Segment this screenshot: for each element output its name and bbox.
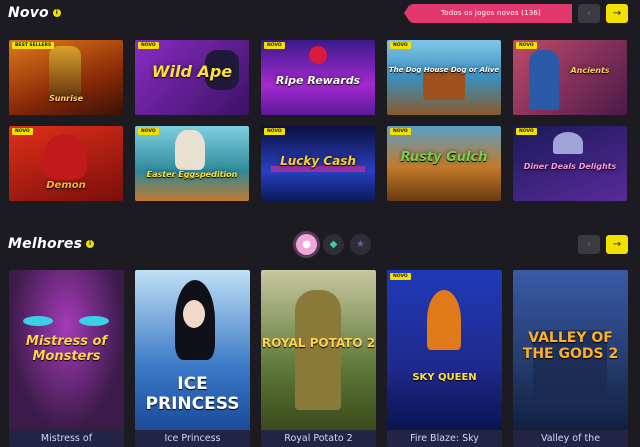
chevron-left-icon: ‹ bbox=[587, 8, 591, 19]
tile-title: Diner Deals Delights bbox=[523, 162, 617, 171]
chevron-left-icon: ‹ bbox=[587, 239, 591, 250]
tile-badge: Novo bbox=[390, 42, 411, 49]
card-art-title: ROYAL POTATO 2 bbox=[261, 336, 376, 350]
tile-title: Easter Eggspedition bbox=[146, 170, 238, 179]
filter-tab-diamond[interactable]: ◆ bbox=[323, 234, 344, 255]
game-tile[interactable]: Novo Wild Ape bbox=[135, 40, 249, 115]
card-caption: Mistress of bbox=[9, 431, 124, 447]
tile-title: The Dog House Dog or Alive bbox=[388, 66, 500, 74]
star-icon: ★ bbox=[356, 239, 365, 250]
tile-title: Sunrise bbox=[48, 94, 84, 103]
section-title-text: Novo bbox=[8, 5, 49, 21]
card-art-title: Mistress of Monsters bbox=[25, 334, 108, 364]
tile-badge: Novo bbox=[516, 42, 537, 49]
section-title-best: Melhores i bbox=[8, 236, 95, 252]
game-card[interactable]: ROYAL POTATO 2 Royal Potato 2 bbox=[261, 270, 376, 447]
game-card[interactable]: ICE PRINCESS Ice Princess bbox=[135, 270, 250, 447]
tile-badge: Novo bbox=[516, 128, 537, 135]
tile-title: Ripe Rewards bbox=[275, 74, 361, 87]
tile-badge: Novo bbox=[138, 42, 159, 49]
card-caption: Royal Potato 2 bbox=[261, 431, 376, 447]
game-tile[interactable]: Novo The Dog House Dog or Alive bbox=[387, 40, 501, 115]
card-caption: Fire Blaze: Sky bbox=[387, 431, 502, 447]
game-card[interactable]: Mistress of Monsters Mistress of bbox=[9, 270, 124, 447]
card-caption: Valley of the bbox=[513, 431, 628, 447]
view-all-new-games-button[interactable]: Todos os jogos novos (136) bbox=[404, 4, 572, 23]
game-tile[interactable]: Novo Lucky Cash bbox=[261, 126, 375, 201]
card-art-title: VALLEY OF THE GODS 2 bbox=[522, 330, 619, 362]
arrow-right-icon: → bbox=[612, 8, 622, 19]
tile-title: Wild Ape bbox=[151, 62, 233, 81]
tile-badge: Novo bbox=[264, 42, 285, 49]
carousel-next-button[interactable]: → bbox=[606, 235, 628, 254]
tile-badge: Best sellers bbox=[12, 42, 55, 49]
game-tile[interactable]: Best sellers Sunrise bbox=[9, 40, 123, 115]
diamond-icon: ◆ bbox=[329, 239, 338, 250]
filter-tab-popular[interactable]: ● bbox=[296, 234, 317, 255]
tile-title: Ancients bbox=[570, 66, 610, 75]
tile-title: Demon bbox=[46, 180, 86, 191]
card-art-title: ICE PRINCESS bbox=[145, 374, 240, 414]
carousel-next-button[interactable]: → bbox=[606, 4, 628, 23]
tile-badge: Novo bbox=[12, 128, 33, 135]
games-page: Novo i Todos os jogos novos (136) ‹ → Bes… bbox=[0, 0, 640, 447]
section-title-text: Melhores bbox=[8, 236, 83, 252]
tile-title: Rusty Gulch bbox=[400, 150, 488, 165]
game-tile[interactable]: Novo Ripe Rewards bbox=[261, 40, 375, 115]
tile-title: Lucky Cash bbox=[280, 154, 356, 168]
game-tile[interactable]: Novo Diner Deals Delights bbox=[513, 126, 627, 201]
game-card[interactable]: VALLEY OF THE GODS 2 Valley of the bbox=[513, 270, 628, 447]
info-icon[interactable]: i bbox=[86, 240, 95, 248]
game-tile[interactable]: Novo Ancients bbox=[513, 40, 627, 115]
tile-badge: Novo bbox=[138, 128, 159, 135]
card-badge: Novo bbox=[390, 273, 411, 280]
tile-badge: Novo bbox=[264, 128, 285, 135]
carousel-prev-button[interactable]: ‹ bbox=[578, 4, 600, 23]
filter-tab-star[interactable]: ★ bbox=[350, 234, 371, 255]
game-card[interactable]: Novo SKY QUEEN Fire Blaze: Sky bbox=[387, 270, 502, 447]
game-tile[interactable]: Novo Rusty Gulch bbox=[387, 126, 501, 201]
game-tile[interactable]: Novo Demon bbox=[9, 126, 123, 201]
card-caption: Ice Princess bbox=[135, 431, 250, 447]
coin-icon: ● bbox=[302, 239, 311, 250]
section-title-new: Novo i bbox=[8, 5, 61, 21]
tile-badge: Novo bbox=[390, 128, 411, 135]
carousel-prev-button[interactable]: ‹ bbox=[578, 235, 600, 254]
arrow-right-icon: → bbox=[612, 239, 622, 250]
info-icon[interactable]: i bbox=[52, 9, 61, 17]
card-art-title: SKY QUEEN bbox=[412, 372, 477, 383]
game-tile[interactable]: Novo Easter Eggspedition bbox=[135, 126, 249, 201]
